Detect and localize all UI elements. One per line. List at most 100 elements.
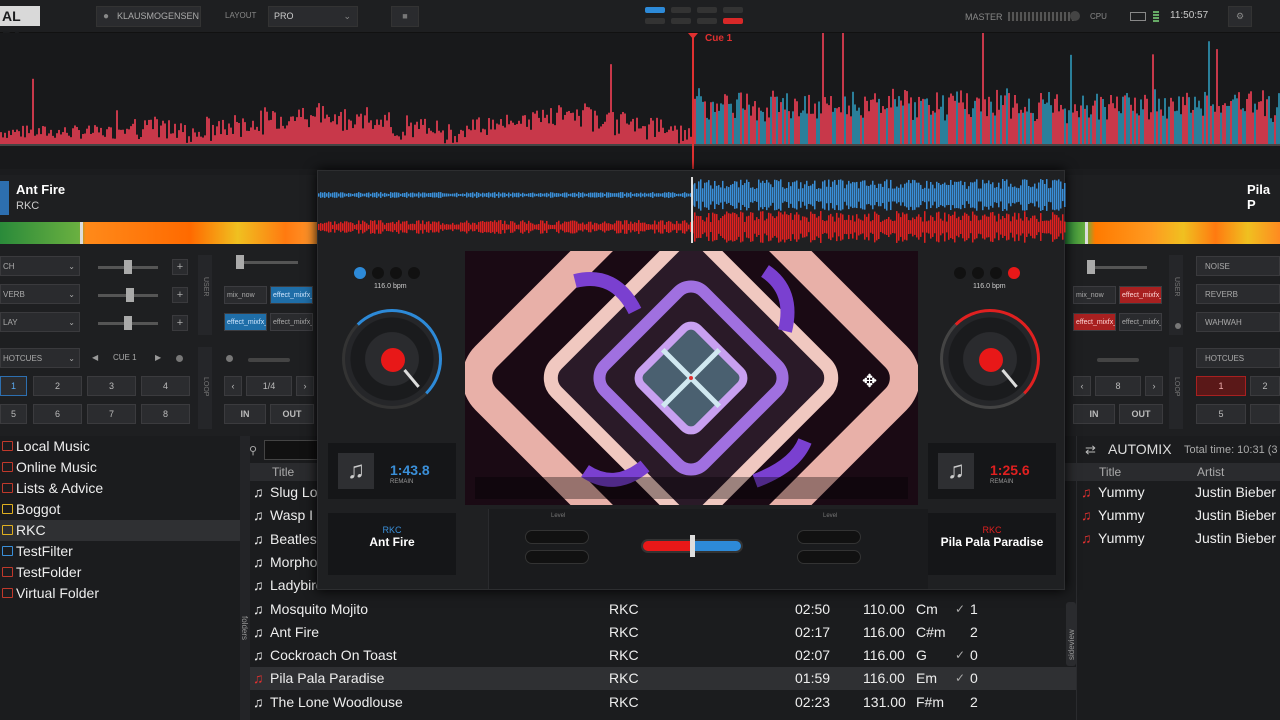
folder-item[interactable]: Online Music xyxy=(0,457,240,478)
deck-indicator-1[interactable] xyxy=(645,7,665,13)
loop-out-button[interactable]: OUT xyxy=(1119,404,1163,424)
folder-item[interactable]: TestFolder xyxy=(0,562,240,583)
user-button[interactable]: ● KLAUSMOGENSEN xyxy=(96,6,201,27)
fx-slider-3[interactable] xyxy=(98,316,158,330)
table-row[interactable]: ♫ The Lone Woodlouse RKC 02:23 131.00 F#m 2 xyxy=(250,691,1076,714)
next-cue-icon[interactable]: ▶ xyxy=(155,353,161,362)
table-row[interactable]: ♫ Ant Fire RKC 02:17 116.00 C#m 2 xyxy=(250,621,1076,644)
hotcue-pad-1[interactable]: 1 xyxy=(1196,376,1246,396)
jog-wheel[interactable] xyxy=(342,309,442,409)
deck-mini-waveform[interactable] xyxy=(1065,222,1280,244)
deck-indicator-7[interactable] xyxy=(697,18,717,24)
hotcue-pad-3[interactable]: 3 xyxy=(87,376,136,396)
sampler-pad-2[interactable]: effect_mixfx_ xyxy=(270,286,313,304)
automix-row[interactable]: ♫ Yummy Justin Bieber xyxy=(1077,481,1280,504)
hotcue-pad-2[interactable]: 2 xyxy=(33,376,82,396)
fx-select-2[interactable]: REVERB xyxy=(1196,284,1280,304)
deck-indicator-2[interactable] xyxy=(671,7,691,13)
prev-cue-icon[interactable]: ◀ xyxy=(92,353,98,362)
hotcue-pad-8[interactable]: 8 xyxy=(141,404,190,424)
jog-wheel[interactable] xyxy=(940,309,1040,409)
automix-col-title[interactable]: Title xyxy=(1099,463,1121,481)
hotcues-select[interactable]: HOTCUES ⌄ xyxy=(0,348,80,368)
level-button-left-2[interactable] xyxy=(525,550,589,564)
fx-slider-2[interactable] xyxy=(98,288,158,302)
hotcue-pad-5[interactable]: 5 xyxy=(0,404,27,424)
loop-in-button[interactable]: IN xyxy=(1073,404,1115,424)
deck-select-dot-4[interactable] xyxy=(1008,267,1020,279)
video-window[interactable] xyxy=(465,251,918,505)
deck-indicator-5[interactable] xyxy=(645,18,665,24)
deck-indicator-4[interactable] xyxy=(723,7,743,13)
folder-item[interactable]: TestFilter xyxy=(0,541,240,562)
sampler-pad-1[interactable]: mix_now xyxy=(224,286,267,304)
hotcue-pad-4[interactable]: 4 xyxy=(141,376,190,396)
fx-plus-button-1[interactable]: + xyxy=(172,259,188,275)
fx-plus-button-3[interactable]: + xyxy=(172,315,188,331)
deck-select-dot-1[interactable] xyxy=(954,267,966,279)
sampler-slider[interactable] xyxy=(1087,260,1147,274)
layout-select[interactable]: PRO ⌄ xyxy=(268,6,358,27)
settings-icon[interactable]: ⚙ xyxy=(1228,6,1252,27)
hotcue-pad-2[interactable]: 2 xyxy=(1250,376,1280,396)
fx-select-3[interactable]: WAHWAH xyxy=(1196,312,1280,332)
loop-double-icon[interactable]: › xyxy=(1145,376,1163,396)
folders-side-tab[interactable]: folders xyxy=(240,436,250,720)
crossfader-knob[interactable] xyxy=(690,535,695,557)
hotcue-pad-6[interactable] xyxy=(1250,404,1280,424)
fx-slider-1[interactable] xyxy=(98,260,158,274)
search-input[interactable] xyxy=(264,440,324,460)
loop-double-icon[interactable]: › xyxy=(296,376,314,396)
folder-item[interactable]: Boggot xyxy=(0,499,240,520)
deck-select-dot-1[interactable] xyxy=(354,267,366,279)
automix-row[interactable]: ♫ Yummy Justin Bieber xyxy=(1077,527,1280,550)
deck-select-dot-4[interactable] xyxy=(408,267,420,279)
master-knob[interactable] xyxy=(1070,11,1080,21)
deck-select-dot-3[interactable] xyxy=(390,267,402,279)
loop-in-button[interactable]: IN xyxy=(224,404,266,424)
table-row[interactable]: ♫ Pila Pala Paradise RKC 01:59 116.00 Em ✓ 0 xyxy=(250,667,1076,691)
sampler-pad-4[interactable]: effect_mixfx_ xyxy=(270,313,313,331)
folder-item[interactable]: Local Music xyxy=(0,436,240,457)
hotcue-pad-6[interactable]: 6 xyxy=(33,404,82,424)
deck-select-dot-3[interactable] xyxy=(990,267,1002,279)
fx-plus-button-2[interactable]: + xyxy=(172,287,188,303)
folder-item[interactable]: Lists & Advice xyxy=(0,478,240,499)
search-icon[interactable]: ⚲ xyxy=(249,444,257,457)
level-button-left-1[interactable] xyxy=(525,530,589,544)
automix-col-artist[interactable]: Artist xyxy=(1197,463,1224,481)
sampler-pad-3[interactable]: effect_mixfx_ xyxy=(224,313,267,331)
overview-waveform[interactable]: Cue 1 xyxy=(0,33,1280,169)
shuffle-icon[interactable]: ⇄ xyxy=(1085,442,1096,458)
cube-icon[interactable]: ■ xyxy=(391,6,419,27)
hotcues-select[interactable]: HOTCUES xyxy=(1196,348,1280,368)
loop-halve-icon[interactable]: ‹ xyxy=(224,376,242,396)
deck-indicator-6[interactable] xyxy=(671,18,691,24)
loop-halve-icon[interactable]: ‹ xyxy=(1073,376,1091,396)
folder-item[interactable]: RKC xyxy=(0,520,240,541)
fx-select-1[interactable]: CH ⌄ xyxy=(0,256,80,276)
hotcue-pad-1[interactable]: 1 xyxy=(0,376,27,396)
deck-indicator-8[interactable] xyxy=(723,18,743,24)
deck-indicators[interactable] xyxy=(645,7,745,27)
sampler-slider[interactable] xyxy=(236,255,298,269)
fx-select-2[interactable]: VERB ⌄ xyxy=(0,284,80,304)
sampler-pad-3[interactable]: effect_mixfx_ xyxy=(1073,313,1116,331)
loop-out-button[interactable]: OUT xyxy=(270,404,314,424)
deck-indicator-3[interactable] xyxy=(697,7,717,13)
automix-row[interactable]: ♫ Yummy Justin Bieber xyxy=(1077,504,1280,527)
deck-mini-waveform[interactable] xyxy=(0,222,317,244)
sideview-tab[interactable]: sideview xyxy=(1066,602,1076,666)
deck-select-dot-2[interactable] xyxy=(372,267,384,279)
table-row[interactable]: ♫ Cockroach On Toast RKC 02:07 116.00 G ✓ 0 xyxy=(250,644,1076,667)
sampler-pad-4[interactable]: effect_mixfx_ xyxy=(1119,313,1162,331)
hotcue-pad-7[interactable]: 7 xyxy=(87,404,136,424)
table-row[interactable]: ♫ Mosquito Mojito RKC 02:50 110.00 Cm ✓ 1 xyxy=(250,598,1076,621)
sampler-pad-1[interactable]: mix_now xyxy=(1073,286,1116,304)
hotcue-pad-5[interactable]: 5 xyxy=(1196,404,1246,424)
folder-item[interactable]: Virtual Folder xyxy=(0,583,240,604)
fx-select-1[interactable]: NOISE xyxy=(1196,256,1280,276)
fx-select-3[interactable]: LAY ⌄ xyxy=(0,312,80,332)
sampler-pad-2[interactable]: effect_mixfx_ xyxy=(1119,286,1162,304)
level-button-right-2[interactable] xyxy=(797,550,861,564)
